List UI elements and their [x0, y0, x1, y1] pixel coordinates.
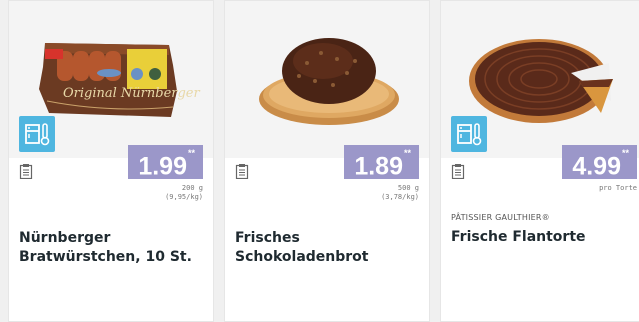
package-label-text: Original Nürnberger	[63, 86, 201, 101]
product-card-schokoladenbrot[interactable]: 1.89** 500 g (3,78/kg) Frisches Schokola…	[224, 0, 430, 322]
price-value: 1.89	[354, 152, 403, 181]
product-image-bratwurst[interactable]: Original Nürnberger	[9, 1, 213, 158]
product-card-bratwurst[interactable]: Original Nürnberger 1.99** 200 g (9,95/k…	[8, 0, 214, 322]
clipboard-icon[interactable]	[235, 163, 249, 179]
clipboard-icon[interactable]	[19, 163, 33, 179]
fridge-icon	[19, 116, 55, 152]
price-badge: 4.99**	[562, 145, 637, 181]
unit-price: (9,95/kg)	[165, 193, 203, 201]
unit-size: 200 g	[181, 184, 203, 192]
price-badge: 1.99**	[128, 145, 203, 181]
product-image-schokoladenbrot[interactable]	[225, 1, 429, 158]
price-value: 4.99	[572, 152, 621, 181]
chocolate-bread-image	[259, 38, 399, 125]
price-value: 1.99	[138, 152, 187, 181]
price-footnote-mark: **	[187, 148, 195, 158]
brand-label: PÂTISSIER GAULTHIER®	[451, 213, 550, 222]
product-title[interactable]: Frisches Schokoladenbrot	[235, 229, 425, 267]
product-card-flantorte[interactable]: 4.99** pro Torte PÂTISSIER GAULTHIER® Fr…	[440, 0, 639, 322]
clipboard-icon[interactable]	[451, 163, 465, 179]
price-footnote-mark: **	[403, 148, 411, 158]
product-image-flantorte[interactable]	[441, 1, 639, 158]
unit-size: 500 g	[397, 184, 419, 192]
unit-price: (3,78/kg)	[381, 193, 419, 201]
product-title[interactable]: Frische Flantorte	[451, 228, 639, 247]
product-title[interactable]: Nürnberger Bratwürstchen, 10 St.	[19, 229, 209, 267]
fridge-icon	[451, 116, 487, 152]
price-footnote-mark: **	[621, 148, 629, 158]
unit-size: pro Torte	[599, 184, 637, 192]
price-badge: 1.89**	[344, 145, 419, 181]
